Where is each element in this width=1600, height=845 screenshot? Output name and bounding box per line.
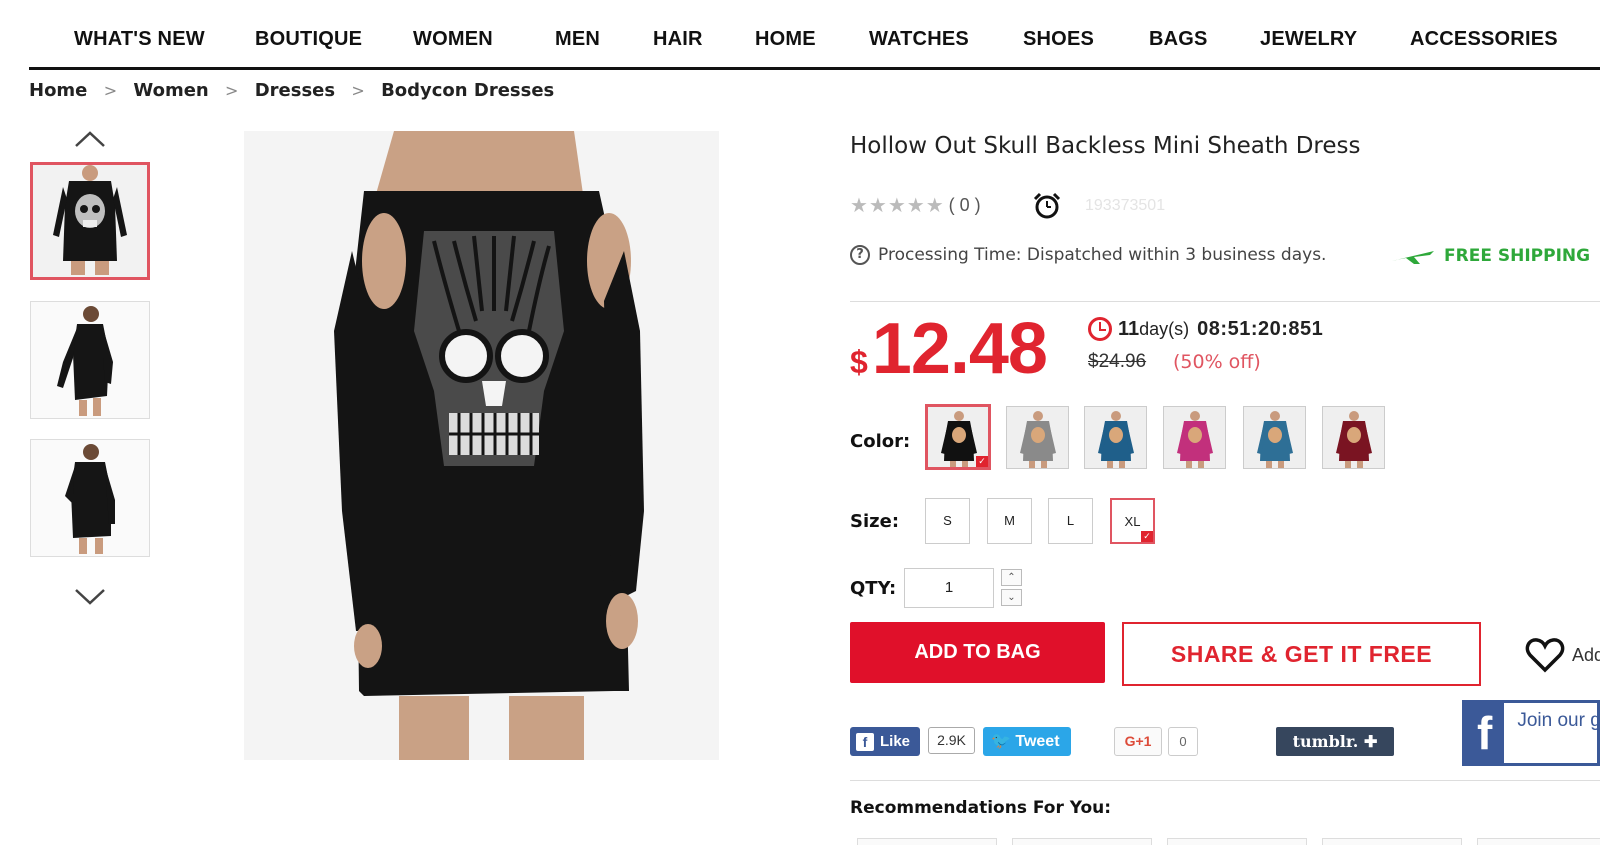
chevron-up-icon[interactable] [72, 128, 108, 152]
timer-days: 11 [1118, 317, 1140, 340]
facebook-icon: f [856, 732, 874, 751]
breadcrumb-separator: > [103, 81, 118, 100]
tweet-label: Tweet [1015, 733, 1060, 750]
thumbnail-front-view[interactable] [30, 301, 150, 419]
facebook-join-group-banner[interactable]: f Join our group [1462, 700, 1600, 766]
quantity-input[interactable]: 1 [904, 568, 994, 608]
free-shipping-text: FREE SHIPPING [1444, 246, 1591, 266]
original-price: $24.96 [1088, 351, 1147, 372]
breadcrumb-separator: > [225, 81, 239, 100]
alarm-clock-icon[interactable] [1032, 192, 1062, 220]
twitter-bird-icon: 🐦 [991, 733, 1011, 750]
breadcrumb-women[interactable]: Women [133, 80, 208, 101]
size-option-m[interactable]: M [987, 498, 1032, 544]
qty-label: QTY: [850, 578, 897, 599]
nav-hair[interactable]: HAIR [653, 28, 703, 51]
recommendation-card[interactable] [1322, 838, 1462, 845]
product-title: Hollow Out Skull Backless Mini Sheath Dr… [850, 133, 1361, 159]
nav-women[interactable]: WOMEN [413, 28, 493, 51]
color-swatch[interactable] [1006, 406, 1069, 469]
rating-count: ( 0 ) [948, 195, 981, 215]
processing-time-text: Processing Time: Dispatched within 3 bus… [878, 245, 1327, 265]
countdown-timer: 11 day(s) 08:51:20:851 [1088, 317, 1323, 341]
divider [850, 780, 1600, 781]
color-swatch[interactable] [1322, 406, 1385, 469]
heart-icon[interactable] [1525, 637, 1565, 673]
color-swatch[interactable] [1243, 406, 1306, 469]
add-to-bag-button[interactable]: ADD TO BAG [850, 622, 1105, 683]
thumbnail-pose-view[interactable] [30, 439, 150, 557]
thumbnail-back-view[interactable] [30, 162, 150, 280]
facebook-logo-icon: f [1465, 703, 1505, 763]
timer-days-unit: day(s) [1139, 318, 1190, 339]
breadcrumb-bodycon-dresses[interactable]: Bodycon Dresses [381, 80, 554, 101]
nav-accessories[interactable]: ACCESSORIES [1410, 28, 1558, 51]
size-option-xl-label: XL [1124, 514, 1141, 529]
processing-time: ? Processing Time: Dispatched within 3 b… [850, 245, 1326, 265]
recommendation-card[interactable] [857, 838, 997, 845]
recommendations-title: Recommendations For You: [850, 798, 1112, 818]
breadcrumb-separator: > [351, 81, 365, 100]
google-plus-button[interactable]: G+1 [1114, 727, 1162, 756]
size-option-s[interactable]: S [925, 498, 970, 544]
size-label: Size: [850, 511, 900, 532]
nav-men[interactable]: MEN [555, 28, 600, 51]
recommendation-card[interactable] [1477, 838, 1600, 845]
color-swatch[interactable]: ✓ [925, 404, 991, 470]
tweet-button[interactable]: 🐦 Tweet [983, 727, 1071, 756]
facebook-like-button[interactable]: f Like [850, 727, 920, 756]
nav-boutique[interactable]: BOUTIQUE [255, 28, 362, 51]
check-icon: ✓ [976, 456, 988, 467]
breadcrumb-home[interactable]: Home [29, 80, 87, 101]
qty-increment-button[interactable]: ⌃ [1001, 569, 1022, 586]
nav-watches[interactable]: WATCHES [869, 28, 969, 51]
main-product-image[interactable] [244, 131, 719, 760]
free-shipping-badge[interactable]: FREE SHIPPING [1390, 246, 1590, 266]
breadcrumb: Home > Women > Dresses > Bodycon Dresses [29, 80, 554, 101]
color-label: Color: [850, 431, 911, 452]
share-get-free-button[interactable]: SHARE & GET IT FREE [1122, 622, 1481, 686]
airplane-icon [1392, 251, 1434, 264]
tumblr-button[interactable]: tumblr. ✚ [1276, 727, 1394, 756]
divider [850, 301, 1600, 302]
nav-bags[interactable]: BAGS [1149, 28, 1208, 51]
rating[interactable]: ★★★★★ ( 0 ) [850, 193, 981, 218]
discount-percent: (50% off) [1173, 351, 1261, 373]
size-option-l[interactable]: L [1048, 498, 1093, 544]
color-swatch[interactable] [1084, 406, 1147, 469]
nav-jewelry[interactable]: JEWELRY [1260, 28, 1357, 51]
facebook-like-label: Like [880, 733, 911, 750]
nav-shoes[interactable]: SHOES [1023, 28, 1094, 51]
check-icon: ✓ [1141, 531, 1153, 542]
price-currency: $ [850, 344, 868, 380]
clock-icon [1088, 317, 1112, 341]
sku-number: 193373501 [1085, 197, 1166, 214]
breadcrumb-dresses[interactable]: Dresses [255, 80, 335, 101]
facebook-like-count: 2.9K [928, 727, 975, 754]
add-to-wishlist-label[interactable]: Add [1572, 645, 1600, 666]
top-nav: WHAT'S NEW BOUTIQUE WOMEN MEN HAIR HOME … [29, 0, 1600, 70]
qty-decrement-button[interactable]: ⌄ [1001, 589, 1022, 606]
join-group-text: Join our group [1517, 710, 1597, 731]
recommendation-card[interactable] [1012, 838, 1152, 845]
timer-time: 08:51:20:851 [1197, 317, 1324, 340]
price-amount: 12.48 [871, 309, 1048, 389]
size-option-xl[interactable]: XL ✓ [1110, 498, 1155, 544]
current-price: $12.48 [850, 308, 1048, 390]
chevron-down-icon[interactable] [72, 584, 108, 608]
nav-home[interactable]: HOME [755, 28, 816, 51]
color-swatch[interactable] [1163, 406, 1226, 469]
recommendation-card[interactable] [1167, 838, 1307, 845]
google-plus-count: 0 [1168, 727, 1198, 756]
rating-stars: ★★★★★ [850, 195, 945, 217]
question-icon[interactable]: ? [850, 245, 870, 265]
nav-whats-new[interactable]: WHAT'S NEW [74, 28, 205, 51]
